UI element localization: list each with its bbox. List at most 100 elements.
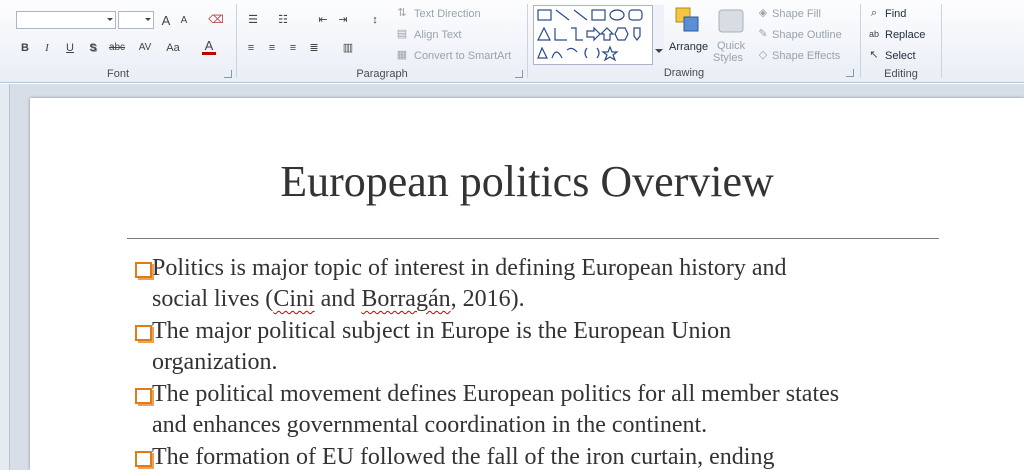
smartart-icon[interactable]: ▦ bbox=[395, 48, 409, 62]
down-arrow-shape-icon bbox=[599, 27, 615, 41]
select-button[interactable]: Select bbox=[885, 50, 916, 62]
paragraph-dialog-launcher-icon[interactable] bbox=[515, 70, 523, 78]
replace-icon[interactable]: ab bbox=[867, 28, 881, 40]
curve-shape-icon bbox=[551, 51, 563, 59]
shapes-gallery-scrollbar[interactable] bbox=[652, 5, 664, 65]
font-group-label: Font bbox=[106, 68, 129, 80]
pentagon-shape-icon bbox=[633, 27, 641, 41]
quick-styles-label-2[interactable]: Styles bbox=[713, 52, 743, 64]
bullet-checkbox-icon bbox=[135, 388, 154, 406]
drawing-dialog-launcher-icon[interactable] bbox=[846, 69, 854, 77]
arrow-line-shape-icon bbox=[573, 9, 588, 21]
list-item: Politics is major topic of interest in d… bbox=[135, 253, 955, 315]
shapes-gallery-icons bbox=[537, 9, 643, 62]
font-group: A A ⌫ B I U S abc AV Aa A Font bbox=[0, 0, 236, 83]
paragraph-group: ☰ ☷ ⇤ ⇥ ↕ ≡ ≡ ≡ ≣ ▥ ⇅ Text Direction ▤ A… bbox=[237, 0, 527, 83]
spellcheck-word: Borragán bbox=[361, 286, 451, 312]
increase-indent-icon[interactable]: ⇥ bbox=[335, 12, 351, 28]
editing-group: ⌕ Find ab Replace ↖ Select Editing bbox=[861, 0, 941, 83]
paint-bucket-icon[interactable]: ◈ bbox=[757, 7, 769, 19]
elbow-connector-icon bbox=[554, 28, 567, 41]
rounded-rect-shape-icon bbox=[628, 9, 643, 21]
bullet-list[interactable]: Politics is major topic of interest in d… bbox=[135, 253, 955, 470]
align-left-icon[interactable]: ≡ bbox=[243, 40, 259, 56]
editing-group-label: Editing bbox=[884, 68, 918, 80]
quick-styles-label-1[interactable]: Quick bbox=[717, 40, 745, 52]
chevron-down-icon bbox=[107, 18, 113, 21]
drawing-group-label: Drawing bbox=[663, 67, 705, 79]
bullet-text-continued: social lives (Cini and Borragán, 2016). bbox=[152, 286, 525, 312]
bullet-checkbox-icon bbox=[135, 325, 154, 343]
textbox-shape-icon bbox=[537, 9, 552, 21]
columns-icon[interactable]: ▥ bbox=[339, 40, 357, 56]
shape-effects-button[interactable]: Shape Effects bbox=[772, 50, 840, 62]
list-item: The major political subject in Europe is… bbox=[135, 316, 955, 378]
text-direction-button[interactable]: Text Direction bbox=[414, 8, 481, 20]
bullet-text-continued: organization. bbox=[152, 349, 278, 375]
bullet-text: The major political subject in Europe is… bbox=[152, 318, 732, 344]
justify-icon[interactable]: ≣ bbox=[306, 40, 322, 56]
shapes-gallery[interactable] bbox=[533, 5, 663, 65]
triangle-shape-icon bbox=[537, 26, 551, 41]
character-spacing-button[interactable]: AV bbox=[134, 40, 156, 56]
shrink-font-button[interactable]: A bbox=[178, 14, 190, 28]
cursor-icon[interactable]: ↖ bbox=[867, 49, 881, 61]
quick-styles-icon[interactable] bbox=[716, 5, 746, 37]
title-divider bbox=[127, 238, 939, 239]
bold-button[interactable]: B bbox=[18, 40, 32, 56]
list-item: The formation of EU followed the fall of… bbox=[135, 442, 955, 470]
arc-shape-icon bbox=[566, 47, 578, 53]
shape-outline-button[interactable]: Shape Outline bbox=[772, 29, 842, 41]
font-color-button[interactable]: A bbox=[202, 39, 216, 55]
change-case-button[interactable]: Aa bbox=[163, 40, 183, 56]
font-dialog-launcher-icon[interactable] bbox=[224, 70, 232, 78]
font-size-combo[interactable] bbox=[118, 11, 154, 29]
text-shadow-button[interactable]: S bbox=[86, 40, 100, 56]
bullet-checkbox-icon bbox=[135, 451, 154, 469]
text-direction-icon[interactable]: ⇅ bbox=[395, 6, 409, 20]
numbering-icon[interactable]: ☷ bbox=[273, 12, 293, 28]
shape-fill-button[interactable]: Shape Fill bbox=[772, 8, 821, 20]
bullet-text-continued: and enhances governmental coordination i… bbox=[152, 412, 708, 438]
binoculars-icon[interactable]: ⌕ bbox=[867, 7, 881, 19]
effects-icon[interactable]: ◇ bbox=[757, 49, 769, 61]
decrease-indent-icon[interactable]: ⇤ bbox=[315, 12, 331, 28]
bullet-text: The political movement defines European … bbox=[152, 381, 840, 407]
arrange-button[interactable]: Arrange bbox=[669, 41, 708, 53]
convert-smartart-button[interactable]: Convert to SmartArt bbox=[414, 50, 511, 62]
spellcheck-word: Cini bbox=[273, 286, 315, 312]
italic-button[interactable]: I bbox=[40, 40, 54, 56]
right-brace-shape-icon bbox=[596, 47, 600, 59]
star-shape-icon bbox=[601, 45, 619, 62]
underline-button[interactable]: U bbox=[63, 40, 77, 56]
bullets-icon[interactable]: ☰ bbox=[243, 12, 263, 28]
right-triangle-shape-icon bbox=[537, 46, 548, 59]
grow-font-button[interactable]: A bbox=[159, 12, 173, 28]
bullet-text: Politics is major topic of interest in d… bbox=[152, 255, 787, 281]
bullet-checkbox-icon bbox=[135, 262, 154, 280]
pen-icon[interactable]: ✎ bbox=[757, 28, 769, 40]
replace-button[interactable]: Replace bbox=[885, 29, 925, 41]
rectangle-shape-icon bbox=[591, 9, 606, 21]
font-name-combo[interactable] bbox=[16, 11, 116, 29]
align-text-icon[interactable]: ▤ bbox=[395, 27, 409, 41]
hexagon-shape-icon bbox=[614, 27, 629, 41]
align-right-icon[interactable]: ≡ bbox=[285, 40, 301, 56]
clear-formatting-icon[interactable]: ⌫ bbox=[208, 12, 224, 28]
slides-pane-edge[interactable] bbox=[0, 84, 10, 470]
line-spacing-icon[interactable]: ↕ bbox=[365, 12, 385, 28]
group-divider bbox=[941, 4, 942, 78]
find-button[interactable]: Find bbox=[885, 8, 906, 20]
slide-title[interactable]: European politics Overview bbox=[30, 156, 1024, 207]
bullet-text: The formation of EU followed the fall of… bbox=[152, 444, 775, 470]
arrange-icon[interactable] bbox=[672, 4, 702, 36]
paragraph-group-label: Paragraph bbox=[356, 68, 408, 80]
strikethrough-button[interactable]: abc bbox=[106, 40, 128, 56]
right-arrow-shape-icon bbox=[586, 26, 601, 42]
align-text-button[interactable]: Align Text bbox=[414, 29, 462, 41]
slide-canvas[interactable]: European politics Overview Politics is m… bbox=[30, 98, 1024, 470]
list-item: The political movement defines European … bbox=[135, 379, 955, 441]
line-shape-icon bbox=[555, 9, 570, 21]
elbow-arrow-icon bbox=[571, 27, 583, 41]
align-center-icon[interactable]: ≡ bbox=[264, 40, 280, 56]
